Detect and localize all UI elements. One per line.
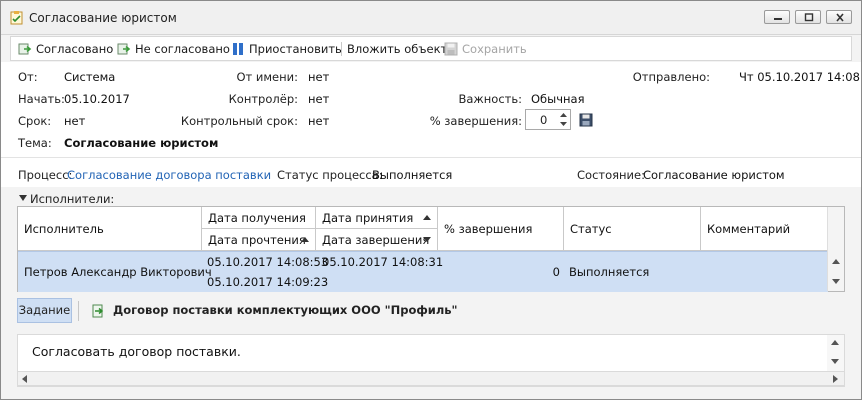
- task-approval-icon: [10, 11, 23, 25]
- toolbar-separator: [341, 42, 342, 56]
- tab-task[interactable]: Задание: [17, 298, 72, 323]
- control-deadline-value: нет: [308, 114, 330, 128]
- window-title: Согласование юристом: [29, 11, 177, 25]
- sent-label: Отправлено:: [632, 70, 710, 84]
- cell-status: Выполняется: [569, 265, 650, 279]
- tab-separator: [78, 301, 79, 321]
- table-row[interactable]: Петров Александр Викторович 05.10.2017 1…: [18, 251, 828, 292]
- scroll-left-icon[interactable]: [22, 375, 27, 383]
- col-status[interactable]: Статус: [564, 207, 701, 251]
- controller-label: Контролёр:: [228, 92, 298, 106]
- attachment-label: Договор поставки комплектующих ООО "Проф…: [113, 303, 458, 317]
- scroll-up-icon[interactable]: [831, 340, 839, 345]
- approve-icon: [18, 43, 32, 55]
- save-completion-icon[interactable]: [579, 113, 593, 127]
- subject-value: Согласование юристом: [64, 136, 219, 150]
- document-link-icon: [92, 304, 104, 318]
- subject-label: Тема:: [18, 136, 52, 150]
- sort-asc-icon: [301, 237, 309, 242]
- task-info: От: Система Начать: 05.10.2017 Срок: нет…: [1, 62, 861, 157]
- task-window: Согласование юристом Согласовано Не согл…: [0, 0, 862, 400]
- executors-scrollbar[interactable]: [827, 207, 844, 291]
- col-executor[interactable]: Исполнитель: [18, 207, 202, 251]
- scroll-right-icon[interactable]: [833, 375, 838, 383]
- cell-received: 05.10.2017 14:08:53: [207, 255, 329, 269]
- task-text-hscrollbar[interactable]: [17, 371, 845, 386]
- executors-group-label: Исполнители:: [30, 192, 115, 206]
- col-percent[interactable]: % завершения: [438, 207, 564, 251]
- cell-accepted: 05.10.2017 14:08:31: [322, 255, 444, 269]
- col-read[interactable]: Дата прочтения: [202, 229, 316, 251]
- controller-value: нет: [308, 92, 330, 106]
- save-icon: [444, 42, 458, 56]
- process-status-value: Выполняется: [372, 168, 453, 182]
- scroll-up-icon[interactable]: [832, 259, 840, 264]
- task-text: Согласовать договор поставки.: [32, 344, 241, 359]
- process-label: Процесс:: [18, 168, 73, 182]
- sent-value: Чт 05.10.2017 14:08: [739, 70, 860, 84]
- close-icon: [836, 13, 844, 22]
- pause-icon: [233, 43, 243, 55]
- start-value: 05.10.2017: [64, 92, 130, 106]
- importance-label: Важность:: [458, 92, 522, 106]
- col-received[interactable]: Дата получения: [202, 207, 316, 229]
- minimize-icon: [774, 18, 782, 20]
- reject-icon: [117, 43, 131, 55]
- from-label: От:: [18, 70, 38, 84]
- state-label: Состояние:: [577, 168, 645, 182]
- save-button[interactable]: Сохранить: [444, 41, 527, 57]
- title-bar: Согласование юристом: [1, 1, 861, 35]
- completion-stepper[interactable]: 0: [525, 109, 571, 130]
- spin-down-icon[interactable]: [559, 120, 568, 128]
- on-behalf-label: От имени:: [236, 70, 299, 84]
- executors-table: Исполнитель Дата получения Дата прочтени…: [17, 206, 845, 292]
- importance-value: Обычная: [531, 92, 585, 106]
- task-tab-strip: Задание Договор поставки комплектующих О…: [17, 298, 845, 324]
- completion-label: % завершения:: [429, 114, 522, 128]
- maximize-button[interactable]: [795, 10, 821, 24]
- deadline-label: Срок:: [18, 114, 52, 128]
- close-button[interactable]: [826, 10, 852, 24]
- cell-executor: Петров Александр Викторович: [24, 265, 212, 279]
- deadline-value: нет: [64, 114, 86, 128]
- col-comment[interactable]: Комментарий: [701, 207, 829, 251]
- on-behalf-value: нет: [308, 70, 330, 84]
- process-status-label: Статус процесса:: [277, 168, 383, 182]
- state-value: Согласование юристом: [643, 168, 785, 182]
- sort-desc-icon: [423, 237, 431, 242]
- toolbar: Согласовано Не согласовано Приостановить…: [10, 36, 852, 61]
- sort-asc-icon: [423, 215, 431, 220]
- pause-button[interactable]: Приостановить: [231, 41, 343, 57]
- cell-read: 05.10.2017 14:09:23: [207, 275, 329, 289]
- approve-button[interactable]: Согласовано: [18, 41, 116, 57]
- scroll-down-icon[interactable]: [831, 359, 839, 364]
- col-accepted[interactable]: Дата принятия: [316, 207, 438, 229]
- start-label: Начать:: [18, 92, 65, 106]
- col-completed[interactable]: Дата завершения: [316, 229, 438, 251]
- process-link[interactable]: Согласование договора поставки: [67, 168, 271, 182]
- reject-button[interactable]: Не согласовано: [117, 41, 232, 57]
- task-text-scrollbar[interactable]: [827, 335, 844, 372]
- control-deadline-label: Контрольный срок:: [180, 114, 298, 128]
- collapse-triangle-icon: [19, 195, 27, 201]
- spin-up-icon[interactable]: [559, 111, 568, 119]
- completion-value: 0: [540, 113, 548, 127]
- maximize-icon: [804, 13, 814, 22]
- scroll-down-icon[interactable]: [832, 279, 840, 284]
- cell-percent: 0: [552, 265, 560, 279]
- process-info: Процесс: Согласование договора поставки …: [1, 157, 861, 187]
- minimize-button[interactable]: [764, 10, 790, 24]
- attach-object-button[interactable]: Вложить объект: [347, 41, 447, 57]
- from-value: Система: [64, 70, 116, 84]
